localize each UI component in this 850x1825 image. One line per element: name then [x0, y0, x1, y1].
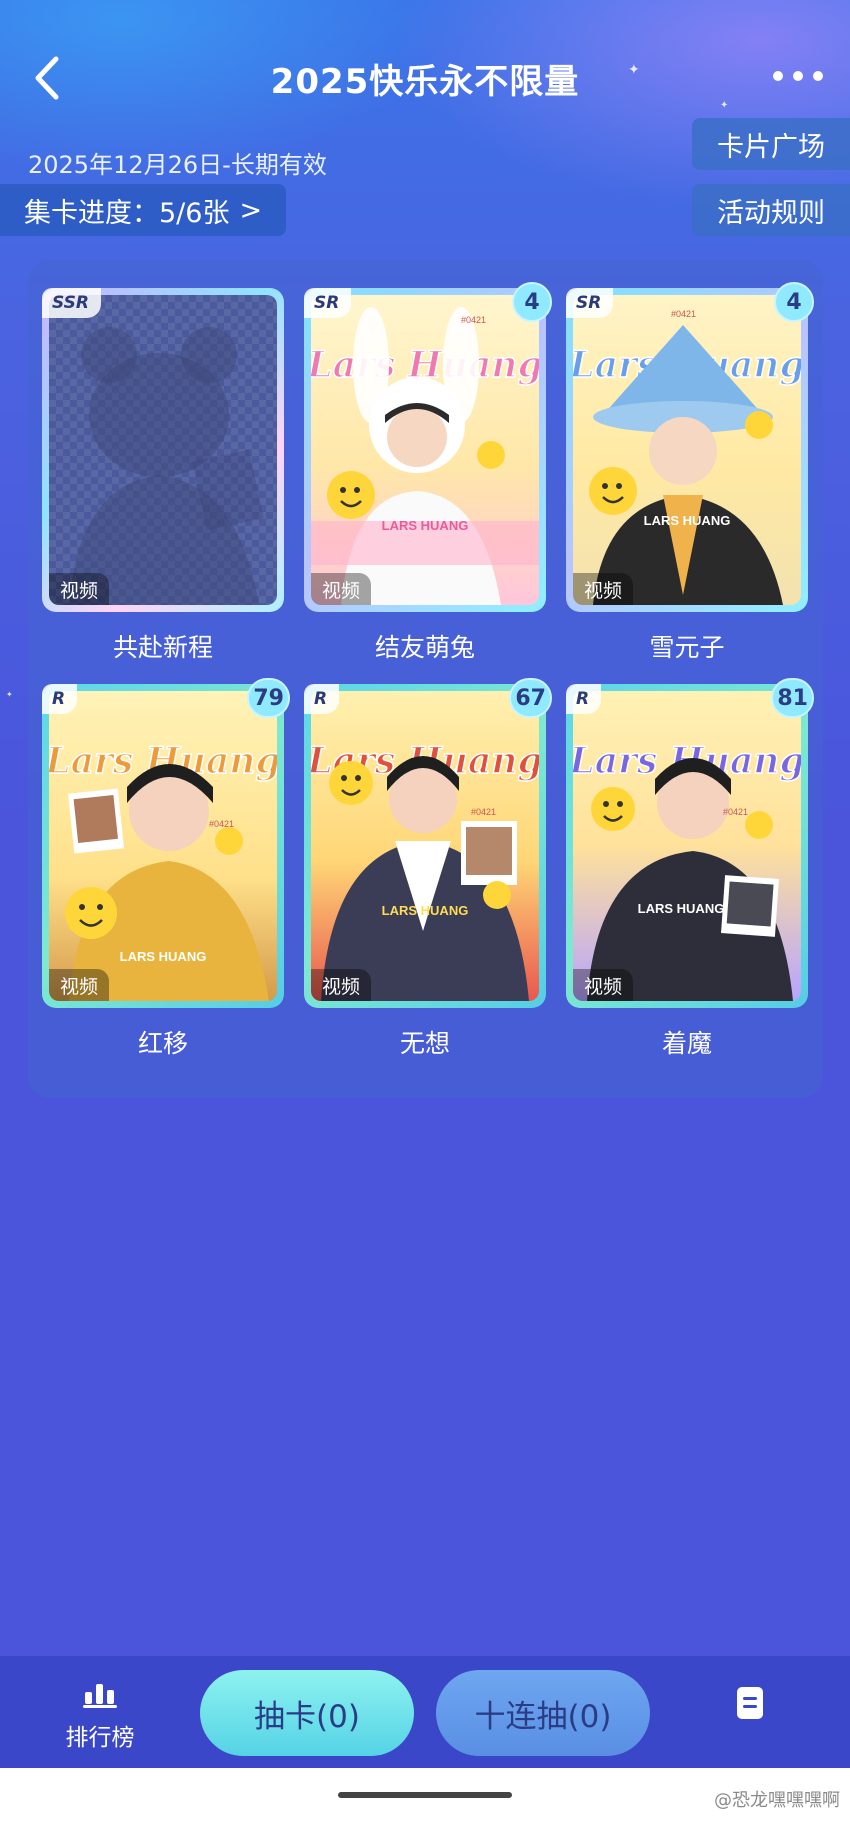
chevron-right-icon: > [239, 194, 263, 226]
card-item[interactable]: SSR 视频 共赴新程 [42, 288, 284, 664]
card-nameplate-text: LARS HUANG [638, 901, 725, 916]
card-count-badge: 67 [509, 678, 552, 718]
video-tag: 视频 [573, 573, 633, 605]
card-count-badge: 81 [771, 678, 814, 718]
more-button[interactable] [768, 56, 828, 96]
card-count-badge: 4 [774, 282, 814, 322]
card-name: 无想 [399, 1029, 450, 1058]
card-frame: SSR 视频 [42, 288, 284, 612]
card-name: 共赴新程 [112, 633, 213, 662]
document-icon [737, 1687, 763, 1719]
card-image: Lars Huang LARS HUANG #0421 [573, 691, 801, 1001]
card-silhouette [69, 327, 264, 605]
card-frame: Lars Huang LARS HUANG #0421 SR 4 视频 [566, 282, 814, 612]
card-image: Lars Huang LARS HUANG #0421 [311, 295, 539, 605]
card-nameplate-text: LARS HUANG [382, 518, 469, 533]
home-indicator[interactable] [338, 1792, 512, 1798]
card-count-badge: 4 [512, 282, 552, 322]
rarity-badge: SR [566, 288, 614, 318]
card-name: 着魔 [661, 1029, 712, 1058]
collection-progress-button[interactable]: 集卡进度：5/6张 > [0, 184, 286, 236]
card-code-text: #0421 [471, 807, 496, 817]
card-item[interactable]: Lars Huang LARS HUANG #0421 R 81 视频 着魔 [566, 678, 814, 1060]
card-item[interactable]: Lars Huang LARS HUANG #0421 R 79 视频 红移 [42, 678, 290, 1060]
records-button[interactable] [735, 1686, 779, 1730]
system-home-area: @恐龙嘿嘿嘿啊 [0, 1768, 850, 1825]
rarity-badge: SSR [42, 288, 101, 318]
card-frame: Lars Huang LARS HUANG #0421 R 67 视频 [304, 678, 552, 1008]
progress-label: 集卡进度：5/6张 [24, 197, 230, 229]
video-tag: 视频 [573, 969, 633, 1001]
card-image: Lars Huang LARS HUANG #0421 [49, 691, 277, 1001]
card-art: Lars Huang LARS HUANG #0421 [573, 739, 801, 1001]
card-code-text: #0421 [723, 807, 748, 817]
ten-draw-button[interactable]: 十连抽(0) [436, 1670, 650, 1756]
card-art: Lars Huang LARS HUANG #0421 [311, 739, 539, 1001]
card-item[interactable]: Lars Huang LARS HUANG #0421 R 67 视频 无想 [304, 678, 552, 1060]
card-nameplate-text: LARS HUANG [382, 903, 469, 918]
rarity-badge: R [42, 684, 78, 714]
card-collection-panel: SSR 视频 共赴新程 Lars Huang LARS HUANG #0421 … [28, 260, 823, 1098]
card-art: Lars Huang LARS HUANG #0421 [311, 307, 539, 605]
card-name: 红移 [137, 1029, 188, 1058]
card-frame: Lars Huang LARS HUANG #0421 R 79 视频 [42, 678, 290, 1008]
page-title: 2025快乐永不限量 [270, 62, 580, 102]
card-image: Lars Huang LARS HUANG #0421 [573, 295, 801, 605]
card-item[interactable]: Lars Huang LARS HUANG #0421 SR 4 视频 雪元子 [566, 282, 814, 664]
bottom-action-bar: 排行榜 抽卡(0) 十连抽(0) [0, 1656, 850, 1768]
card-image-locked [49, 295, 277, 605]
card-code-text: #0421 [209, 819, 234, 829]
card-code-text: #0421 [461, 315, 486, 325]
leaderboard-button[interactable]: 排行榜 [60, 1682, 140, 1752]
header-bar: 2025快乐永不限量 [0, 38, 850, 118]
card-plaza-button[interactable]: 卡片广场 [692, 118, 850, 170]
leaderboard-label: 排行榜 [65, 1725, 135, 1751]
video-tag: 视频 [49, 969, 109, 1001]
activity-rules-button[interactable]: 活动规则 [692, 184, 850, 236]
video-tag: 视频 [49, 573, 109, 605]
validity-date: 2025年12月26日-长期有效 [28, 151, 327, 179]
card-art: Lars Huang LARS HUANG #0421 [49, 739, 277, 1001]
card-art: Lars Huang LARS HUANG #0421 [573, 309, 801, 605]
rarity-badge: SR [304, 288, 352, 318]
card-name: 雪元子 [649, 633, 725, 662]
card-frame: Lars Huang LARS HUANG #0421 R 81 视频 [566, 678, 814, 1008]
card-code-text: #0421 [671, 309, 696, 319]
rarity-badge: R [304, 684, 340, 714]
draw-card-button[interactable]: 抽卡(0) [200, 1670, 414, 1756]
video-tag: 视频 [311, 573, 371, 605]
card-item[interactable]: Lars Huang LARS HUANG #0421 SR 4 视频 结友萌兔 [304, 282, 552, 664]
card-nameplate-text: LARS HUANG [644, 513, 731, 528]
watermark: @恐龙嘿嘿嘿啊 [714, 1790, 840, 1811]
card-name: 结友萌兔 [374, 633, 475, 662]
more-dots-icon [773, 71, 823, 81]
card-frame: Lars Huang LARS HUANG #0421 SR 4 视频 [304, 282, 552, 612]
card-image: Lars Huang LARS HUANG #0421 [311, 691, 539, 1001]
video-tag: 视频 [311, 969, 371, 1001]
rarity-badge: R [566, 684, 602, 714]
bar-chart-icon [83, 1684, 117, 1708]
sparkle-icon: ✦ [6, 690, 13, 699]
card-count-badge: 79 [247, 678, 290, 718]
card-nameplate-text: LARS HUANG [120, 949, 207, 964]
